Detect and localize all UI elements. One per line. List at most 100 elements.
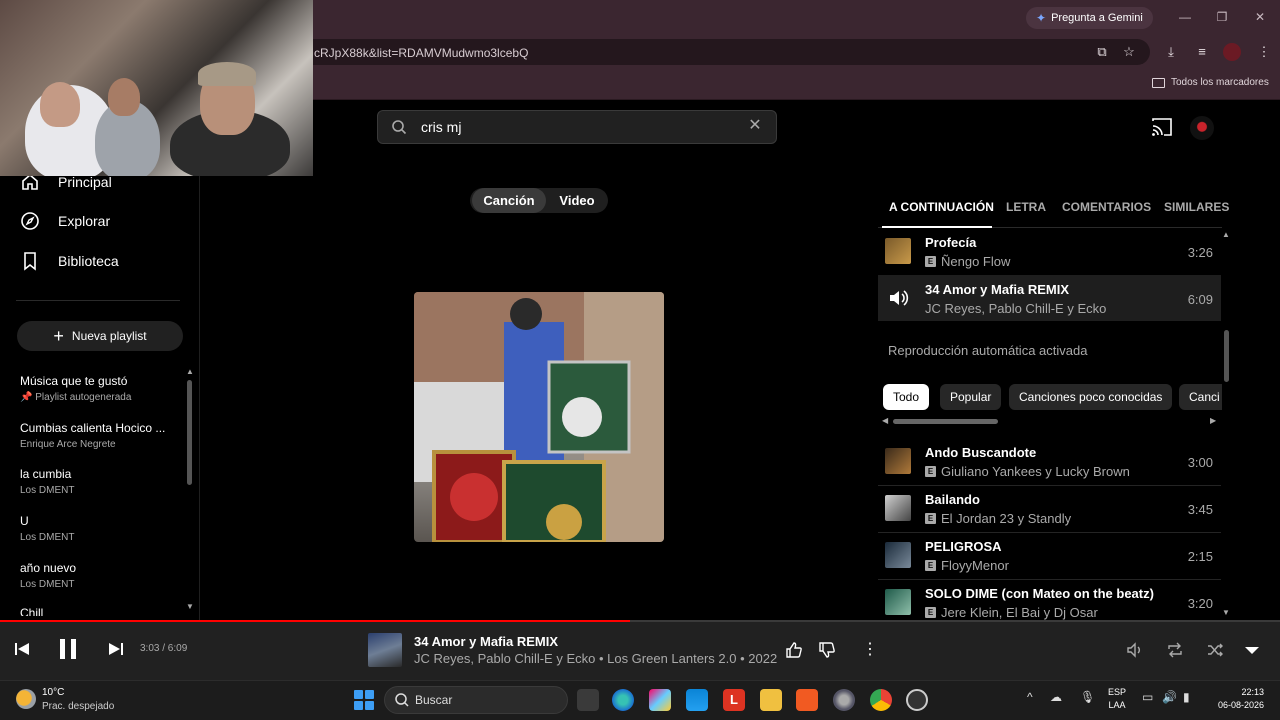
cast-icon[interactable] — [1151, 117, 1173, 137]
nav-label: Biblioteca — [58, 253, 119, 269]
media-control-icon[interactable]: ≡ — [1193, 43, 1211, 61]
playlist-item[interactable]: Música que te gustó 📌 Playlist autogener… — [20, 374, 170, 403]
now-playing-title[interactable]: 34 Amor y Mafia REMIX — [414, 634, 558, 649]
more-options-icon[interactable]: ⋮ — [860, 640, 880, 660]
now-playing-thumbnail[interactable] — [368, 633, 402, 667]
search-value[interactable]: cris mj — [421, 119, 461, 135]
store-icon[interactable] — [686, 689, 708, 711]
track-duration: 2:15 — [1187, 549, 1213, 564]
chips-scroll-left-icon[interactable]: ◀ — [882, 416, 888, 425]
lang-line-1: ESP — [1108, 687, 1127, 697]
restore-icon[interactable]: ❐ — [1212, 7, 1232, 27]
task-view-icon[interactable] — [577, 689, 599, 711]
chip-more[interactable]: Canci — [1179, 384, 1222, 410]
autoplay-label: Reproducción automática activada — [888, 343, 1088, 358]
weather-icon[interactable] — [16, 689, 36, 709]
song-mode-button[interactable]: Canción — [472, 188, 546, 213]
chips-scrollbar[interactable] — [893, 419, 998, 424]
menu-icon[interactable]: ⋮ — [1255, 43, 1273, 61]
playlist-title: U — [20, 514, 29, 528]
playlist-item[interactable]: U Los DMENT — [20, 514, 170, 543]
suggestion-item[interactable]: PELIGROSA E FloyyMenor 2:15 — [878, 532, 1221, 578]
playlist-item[interactable]: la cumbia Los DMENT — [20, 467, 170, 496]
speaker-playing-icon — [890, 290, 909, 306]
queue-item-playing[interactable]: 34 Amor y Mafia REMIX JC Reyes, Pablo Ch… — [878, 275, 1221, 321]
l-app-icon[interactable]: L — [723, 689, 745, 711]
taskbar-search[interactable] — [384, 686, 568, 714]
explicit-icon: E — [925, 513, 936, 524]
repeat-icon[interactable] — [1165, 640, 1185, 660]
copilot-icon[interactable] — [649, 689, 671, 711]
video-mode-button[interactable]: Video — [548, 188, 606, 213]
nav-biblioteca[interactable]: Biblioteca — [20, 251, 119, 271]
chip-popular[interactable]: Popular — [940, 384, 1002, 410]
chrome-icon[interactable] — [870, 689, 892, 711]
expand-player-icon[interactable] — [1242, 640, 1262, 660]
playlist-item[interactable]: Cumbias calienta Hocico ... Enrique Arce… — [20, 421, 170, 450]
battery-icon[interactable]: ▮ — [1183, 690, 1190, 704]
tab-up-next[interactable]: A CONTINUACIÓN — [889, 200, 994, 214]
install-app-icon[interactable]: ⧉ — [1093, 43, 1111, 61]
suggestion-item[interactable]: Bailando E El Jordan 23 y Standly 3:45 — [878, 485, 1221, 531]
profile-avatar-icon[interactable] — [1223, 43, 1241, 61]
queue-scroll-down-icon[interactable]: ▼ — [1222, 608, 1230, 617]
gemini-icon: ✦ — [1036, 11, 1047, 25]
queue-scroll-up-icon[interactable]: ▲ — [1222, 230, 1230, 239]
account-avatar[interactable] — [1190, 116, 1214, 140]
thumbs-up-icon[interactable] — [784, 640, 804, 660]
tab-related[interactable]: SIMILARES — [1164, 200, 1229, 214]
clear-search-icon[interactable]: ✕ — [747, 117, 763, 135]
start-icon[interactable] — [354, 690, 374, 710]
suggestion-item[interactable]: Ando Buscandote E Giuliano Yankees y Luck… — [878, 438, 1221, 484]
network-icon[interactable]: ▭ — [1142, 690, 1153, 704]
onedrive-icon[interactable]: ☁ — [1050, 690, 1062, 704]
brave-icon[interactable] — [796, 689, 818, 711]
chip-todo[interactable]: Todo — [883, 384, 930, 410]
search-icon — [395, 693, 409, 707]
track-thumbnail — [885, 542, 911, 568]
weather-temp[interactable]: 10°C — [42, 687, 64, 698]
folder-icon — [1152, 77, 1165, 88]
language-indicator[interactable]: ESP LAA — [1108, 686, 1126, 712]
pin-icon: 📌 — [20, 392, 33, 403]
weather-desc[interactable]: Prac. despejado — [42, 701, 114, 712]
pause-icon[interactable] — [55, 636, 81, 662]
next-icon[interactable] — [104, 637, 128, 661]
volume-icon[interactable] — [1125, 640, 1145, 660]
playlist-item[interactable]: año nuevo Los DMENT — [20, 561, 170, 590]
previous-icon[interactable] — [10, 637, 34, 661]
chips-scroll-right-icon[interactable]: ▶ — [1210, 416, 1216, 425]
all-bookmarks[interactable]: Todos los marcadores — [1152, 77, 1269, 88]
url-text[interactable]: cRJpX88k&list=RDAMVMudwmo3lcebQ — [314, 46, 528, 60]
playlist-title: Música que te gustó — [20, 374, 128, 388]
track-title: Profecía — [925, 235, 977, 250]
minimize-icon[interactable]: — — [1175, 7, 1195, 27]
file-explorer-icon[interactable] — [760, 689, 782, 711]
scroll-down-icon[interactable]: ▼ — [186, 602, 194, 611]
thumbs-down-icon[interactable] — [817, 640, 837, 660]
playlist-item[interactable]: Chill — [20, 606, 170, 616]
settings-icon[interactable] — [833, 689, 855, 711]
queue-item[interactable]: Profecía E Ñengo Flow 3:26 — [878, 228, 1221, 274]
tray-overflow-icon[interactable]: ^ — [1027, 690, 1033, 704]
close-icon[interactable]: ✕ — [1250, 7, 1270, 27]
edge-icon[interactable] — [612, 689, 634, 711]
gemini-button[interactable]: ✦ Pregunta a Gemini — [1026, 7, 1153, 29]
microphone-icon[interactable]: 🎙 — [1080, 690, 1095, 704]
tab-lyrics[interactable]: LETRA — [1006, 200, 1046, 214]
tab-comments[interactable]: COMENTARIOS — [1062, 200, 1151, 214]
now-playing-subtitle[interactable]: JC Reyes, Pablo Chill-E y Ecko • Los Gre… — [414, 651, 777, 666]
new-playlist-button[interactable]: + Nueva playlist — [17, 321, 183, 351]
sidebar-scrollbar[interactable] — [187, 380, 192, 485]
nav-explorar[interactable]: Explorar — [20, 211, 110, 231]
bookmark-star-icon[interactable]: ☆ — [1120, 43, 1138, 61]
shuffle-icon[interactable] — [1205, 640, 1225, 660]
system-clock[interactable]: 22:13 06-08-2026 — [1212, 686, 1264, 712]
queue-scrollbar[interactable] — [1224, 330, 1229, 382]
chip-lesser-known[interactable]: Canciones poco conocidas — [1009, 384, 1173, 410]
speaker-icon[interactable]: 🔊 — [1162, 690, 1177, 704]
obs-icon[interactable] — [906, 689, 928, 711]
suggestion-item[interactable]: SOLO DIME (con Mateo on the beatz) E Jere… — [878, 579, 1221, 620]
download-icon[interactable]: ⤓ — [1162, 43, 1180, 61]
scroll-up-icon[interactable]: ▲ — [186, 367, 194, 376]
